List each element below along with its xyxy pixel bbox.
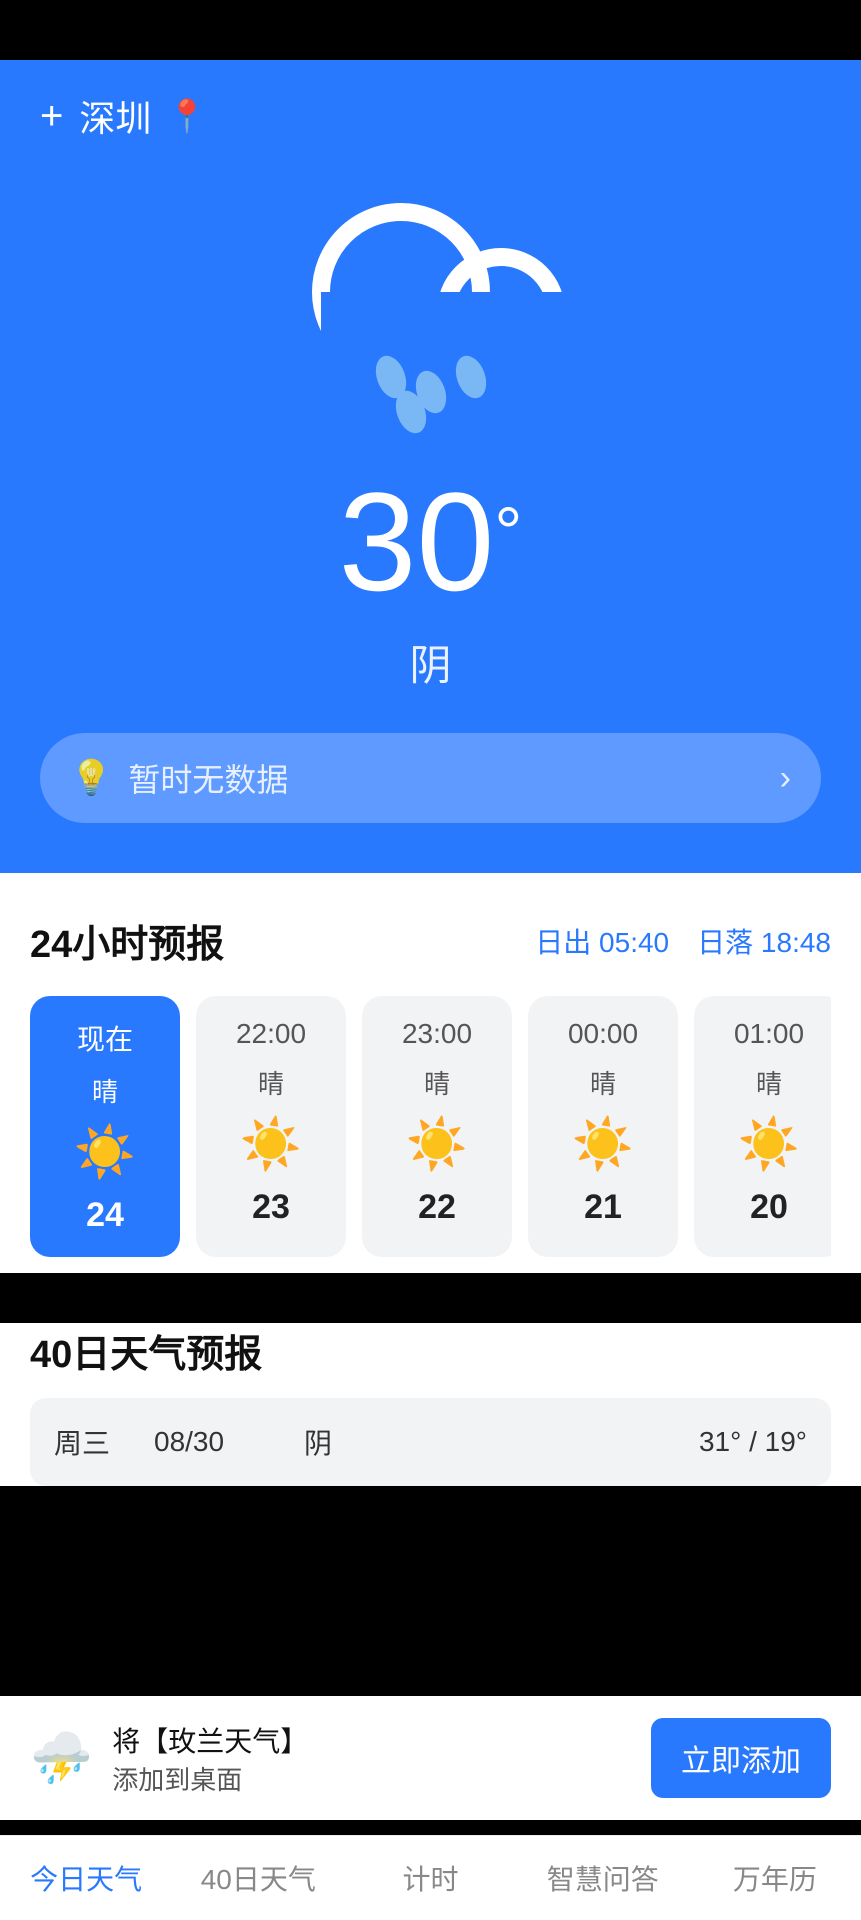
hour-label-3: 00:00 bbox=[568, 1018, 638, 1050]
nav-label-timer: 计时 bbox=[403, 1858, 459, 1898]
hour-label-2: 23:00 bbox=[402, 1018, 472, 1050]
add-desktop-banner: ⛈️ 将【玫兰天气】 添加到桌面 立即添加 bbox=[0, 1696, 861, 1820]
sun-icon-1: ☀️ bbox=[240, 1115, 302, 1174]
no-data-text: 暂时无数据 bbox=[128, 755, 288, 801]
sun-icon-2: ☀️ bbox=[406, 1115, 468, 1174]
hour-temp-4: 20 bbox=[750, 1188, 788, 1227]
forecast-condition-0: 阴 bbox=[304, 1422, 679, 1462]
location-icon: 📍 bbox=[167, 97, 207, 135]
add-desktop-subtitle: 添加到桌面 bbox=[112, 1760, 631, 1797]
hour-temp-0: 24 bbox=[86, 1196, 124, 1235]
sun-icon-0: ☀️ bbox=[74, 1123, 136, 1182]
info-banner[interactable]: 💡 暂时无数据 › bbox=[40, 733, 821, 823]
status-bar bbox=[0, 0, 861, 60]
nav-item-today[interactable]: 今日天气 bbox=[0, 1836, 172, 1920]
info-banner-left: 💡 暂时无数据 bbox=[70, 755, 288, 801]
nav-label-qa: 智慧问答 bbox=[547, 1858, 659, 1898]
hour-label-4: 01:00 bbox=[734, 1018, 804, 1050]
hour-temp-3: 21 bbox=[584, 1188, 622, 1227]
nav-item-40day[interactable]: 40日天气 bbox=[172, 1836, 344, 1920]
hour-condition-4: 晴 bbox=[756, 1064, 782, 1101]
add-now-button[interactable]: 立即添加 bbox=[651, 1718, 831, 1798]
hour-label-1: 22:00 bbox=[236, 1018, 306, 1050]
hour-temp-1: 23 bbox=[252, 1188, 290, 1227]
weather-illustration bbox=[40, 182, 821, 442]
city-name: 深圳 bbox=[79, 90, 151, 142]
hour-card-1[interactable]: 22:00 晴 ☀️ 23 bbox=[196, 996, 346, 1257]
forecast-date-0: 08/30 bbox=[154, 1426, 284, 1458]
nav-item-calendar[interactable]: 万年历 bbox=[689, 1836, 861, 1920]
hour-condition-2: 晴 bbox=[424, 1064, 450, 1101]
hourly-scroll: 现在 晴 ☀️ 24 22:00 晴 ☀️ 23 23:00 晴 ☀️ 22 0… bbox=[30, 996, 831, 1273]
sunrise-info: 日出 05:40 bbox=[535, 921, 669, 961]
hour-card-2[interactable]: 23:00 晴 ☀️ 22 bbox=[362, 996, 512, 1257]
sunrise-sunset: 日出 05:40 日落 18:48 bbox=[535, 921, 831, 961]
weather-condition: 阴 bbox=[40, 632, 821, 693]
nav-label-40day: 40日天气 bbox=[201, 1858, 316, 1898]
add-desktop-title: 将【玫兰天气】 bbox=[112, 1720, 631, 1760]
sunset-info: 日落 18:48 bbox=[697, 921, 831, 961]
hour-condition-3: 晴 bbox=[590, 1064, 616, 1101]
degree-symbol: ° bbox=[494, 492, 522, 572]
weather-header: + 深圳 📍 30 ° 阴 💡 暂时无数据 › bbox=[0, 60, 861, 873]
nav-label-today: 今日天气 bbox=[30, 1858, 142, 1898]
nav-item-qa[interactable]: 智慧问答 bbox=[517, 1836, 689, 1920]
forecast-24h-title: 24小时预报 bbox=[30, 913, 224, 968]
nav-label-calendar: 万年历 bbox=[733, 1858, 817, 1898]
forecast-40d-section: 40日天气预报 周三 08/30 阴 31° / 19° bbox=[0, 1323, 861, 1486]
nav-item-timer[interactable]: 计时 bbox=[344, 1836, 516, 1920]
temperature-display: 30 ° bbox=[40, 472, 821, 612]
hour-card-4[interactable]: 01:00 晴 ☀️ 20 bbox=[694, 996, 831, 1257]
rain-cloud-icon: ⛈️ bbox=[30, 1729, 92, 1788]
forecast-40d-title: 40日天气预报 bbox=[30, 1323, 831, 1378]
forecast-24h-header: 24小时预报 日出 05:40 日落 18:48 bbox=[30, 913, 831, 968]
hour-condition-1: 晴 bbox=[258, 1064, 284, 1101]
sun-icon-4: ☀️ bbox=[738, 1115, 800, 1174]
chevron-right-icon: › bbox=[780, 759, 791, 798]
add-desktop-text: 将【玫兰天气】 添加到桌面 bbox=[112, 1720, 631, 1797]
hour-card-3[interactable]: 00:00 晴 ☀️ 21 bbox=[528, 996, 678, 1257]
hour-condition-0: 晴 bbox=[92, 1072, 118, 1109]
lightbulb-icon: 💡 bbox=[70, 758, 112, 798]
hour-card-0[interactable]: 现在 晴 ☀️ 24 bbox=[30, 996, 180, 1257]
content-section: 24小时预报 日出 05:40 日落 18:48 现在 晴 ☀️ 24 22:0… bbox=[0, 873, 861, 1273]
bottom-nav: 今日天气 40日天气 计时 智慧问答 万年历 bbox=[0, 1835, 861, 1920]
forecast-day-0: 周三 bbox=[54, 1422, 134, 1462]
forecast-row-0: 周三 08/30 阴 31° / 19° bbox=[30, 1398, 831, 1486]
sun-icon-3: ☀️ bbox=[572, 1115, 634, 1174]
top-bar: + 深圳 📍 bbox=[40, 90, 821, 142]
forecast-temps-0: 31° / 19° bbox=[699, 1426, 807, 1458]
temperature-value: 30 bbox=[339, 472, 495, 612]
hour-label-0: 现在 bbox=[77, 1018, 133, 1058]
add-city-button[interactable]: + bbox=[40, 96, 63, 136]
hour-temp-2: 22 bbox=[418, 1188, 456, 1227]
